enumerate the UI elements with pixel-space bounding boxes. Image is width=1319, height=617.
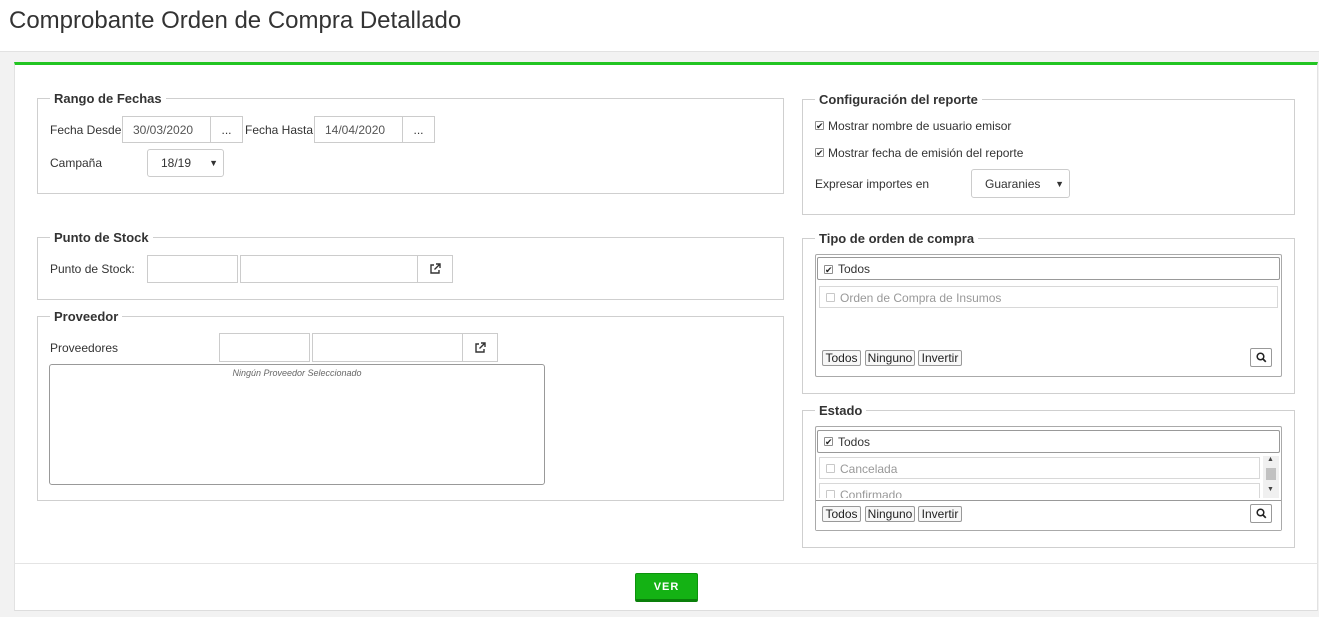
rango-fechas-fieldset: Rango de Fechas Fecha Desde 30/03/2020 .… — [37, 91, 784, 194]
proveedor-name-input[interactable] — [312, 333, 463, 362]
tipo-orden-todos-option[interactable]: ✔ Todos — [817, 257, 1280, 280]
search-icon — [1256, 352, 1267, 363]
fecha-desde-picker-button[interactable]: ... — [210, 116, 243, 143]
punto-stock-fieldset: Punto de Stock Punto de Stock: — [37, 230, 784, 300]
campana-label: Campaña — [50, 156, 103, 170]
punto-stock-legend: Punto de Stock — [50, 230, 153, 245]
estado-todos-label: Todos — [838, 435, 871, 449]
estado-option-checkbox[interactable] — [826, 464, 835, 473]
check-icon: ✔ — [825, 265, 833, 275]
footer-bar: VER — [14, 563, 1318, 611]
proveedor-list[interactable]: Ningún Proveedor Seleccionado — [49, 364, 545, 485]
estado-option[interactable]: Confirmado — [819, 483, 1260, 498]
campana-select[interactable]: 18/19 ▼ — [147, 149, 224, 177]
tipo-orden-multiselect: ✔ Todos Orden de Compra de Insumos Todos… — [815, 254, 1282, 377]
scroll-down-icon: ▼ — [1267, 486, 1274, 493]
estado-option-label: Cancelada — [840, 462, 898, 476]
estado-legend: Estado — [815, 403, 867, 418]
estado-scrollbar[interactable]: ▲ ▼ — [1263, 456, 1279, 498]
mostrar-fecha-label: Mostrar fecha de emisión del reporte — [828, 146, 1024, 160]
punto-stock-open-button[interactable] — [417, 255, 453, 283]
tipo-orden-legend: Tipo de orden de compra — [815, 231, 979, 246]
fecha-hasta-picker-button[interactable]: ... — [402, 116, 435, 143]
campana-select-value: 18/19 — [161, 156, 192, 170]
estado-todos-option[interactable]: ✔ Todos — [817, 430, 1280, 453]
punto-stock-label: Punto de Stock: — [50, 262, 135, 276]
tipo-orden-invertir-button[interactable]: Invertir — [918, 350, 962, 366]
chevron-down-icon: ▼ — [209, 158, 218, 168]
ver-button[interactable]: VER — [635, 573, 698, 602]
estado-todos-button[interactable]: Todos — [822, 506, 861, 522]
tipo-orden-option-label: Orden de Compra de Insumos — [840, 291, 1002, 305]
fecha-hasta-label: Fecha Hasta — [245, 123, 314, 137]
check-icon: ✔ — [825, 437, 833, 447]
fecha-hasta-input[interactable]: 14/04/2020 — [314, 116, 403, 143]
tipo-orden-todos-checkbox[interactable]: ✔ — [824, 265, 833, 275]
estado-search-button[interactable] — [1250, 504, 1272, 523]
expresar-label: Expresar importes en — [815, 177, 930, 191]
scroll-up-icon: ▲ — [1267, 456, 1274, 463]
moneda-select[interactable]: Guaranies ▼ — [971, 169, 1070, 198]
external-link-icon — [430, 263, 441, 274]
report-form-panel: Rango de Fechas Fecha Desde 30/03/2020 .… — [14, 62, 1318, 563]
chevron-down-icon: ▼ — [1055, 178, 1064, 189]
tipo-orden-todos-button[interactable]: Todos — [822, 350, 861, 366]
proveedores-label: Proveedores — [50, 341, 119, 355]
mostrar-usuario-checkbox[interactable]: ✔ — [815, 121, 824, 131]
mostrar-fecha-checkbox[interactable]: ✔ — [815, 148, 824, 158]
proveedor-empty-text: Ningún Proveedor Seleccionado — [232, 368, 362, 378]
search-icon — [1256, 508, 1267, 519]
check-icon: ✔ — [816, 148, 824, 158]
estado-options-list[interactable]: Cancelada Confirmado ▲ ▼ — [817, 456, 1280, 498]
proveedor-legend: Proveedor — [50, 309, 123, 324]
proveedor-code-input[interactable] — [219, 333, 310, 362]
external-link-icon — [475, 341, 486, 353]
title-bar: Comprobante Orden de Compra Detallado — [0, 0, 1319, 52]
estado-option-label: Confirmado — [840, 488, 903, 498]
punto-stock-code-input[interactable] — [147, 255, 238, 283]
estado-multiselect: ✔ Todos Cancelada Confirmado ▲ ▼ Todos N… — [815, 426, 1282, 531]
estado-ninguno-button[interactable]: Ninguno — [865, 506, 915, 522]
tipo-orden-search-button[interactable] — [1250, 348, 1272, 367]
tipo-orden-todos-label: Todos — [838, 262, 871, 276]
tipo-orden-option[interactable]: Orden de Compra de Insumos — [819, 286, 1278, 308]
estado-todos-checkbox[interactable]: ✔ — [824, 437, 833, 447]
tipo-orden-option-checkbox[interactable] — [826, 293, 835, 302]
estado-invertir-button[interactable]: Invertir — [918, 506, 962, 522]
proveedor-open-button[interactable] — [462, 333, 498, 362]
scroll-thumb[interactable] — [1266, 468, 1276, 480]
check-icon: ✔ — [816, 121, 824, 131]
tipo-orden-ninguno-button[interactable]: Ninguno — [865, 350, 915, 366]
proveedor-fieldset: Proveedor Proveedores Ningún Proveedor S… — [37, 309, 784, 501]
estado-fieldset: Estado ✔ Todos Cancelada Confirmado ▲ ▼ — [802, 403, 1295, 548]
estado-actions-bar: Todos Ninguno Invertir — [816, 500, 1281, 530]
config-fieldset: Configuración del reporte ✔ Mostrar nomb… — [802, 92, 1295, 215]
fecha-desde-input[interactable]: 30/03/2020 — [122, 116, 211, 143]
moneda-select-value: Guaranies — [985, 176, 1041, 191]
page-title: Comprobante Orden de Compra Detallado — [9, 7, 462, 34]
tipo-orden-fieldset: Tipo de orden de compra ✔ Todos Orden de… — [802, 231, 1295, 394]
rango-fechas-legend: Rango de Fechas — [50, 91, 166, 106]
punto-stock-name-input[interactable] — [240, 255, 418, 283]
mostrar-usuario-label: Mostrar nombre de usuario emisor — [828, 119, 1012, 133]
fecha-desde-label: Fecha Desde — [50, 123, 122, 137]
estado-option-checkbox[interactable] — [826, 490, 835, 498]
estado-option[interactable]: Cancelada — [819, 457, 1260, 479]
config-legend: Configuración del reporte — [815, 92, 982, 107]
